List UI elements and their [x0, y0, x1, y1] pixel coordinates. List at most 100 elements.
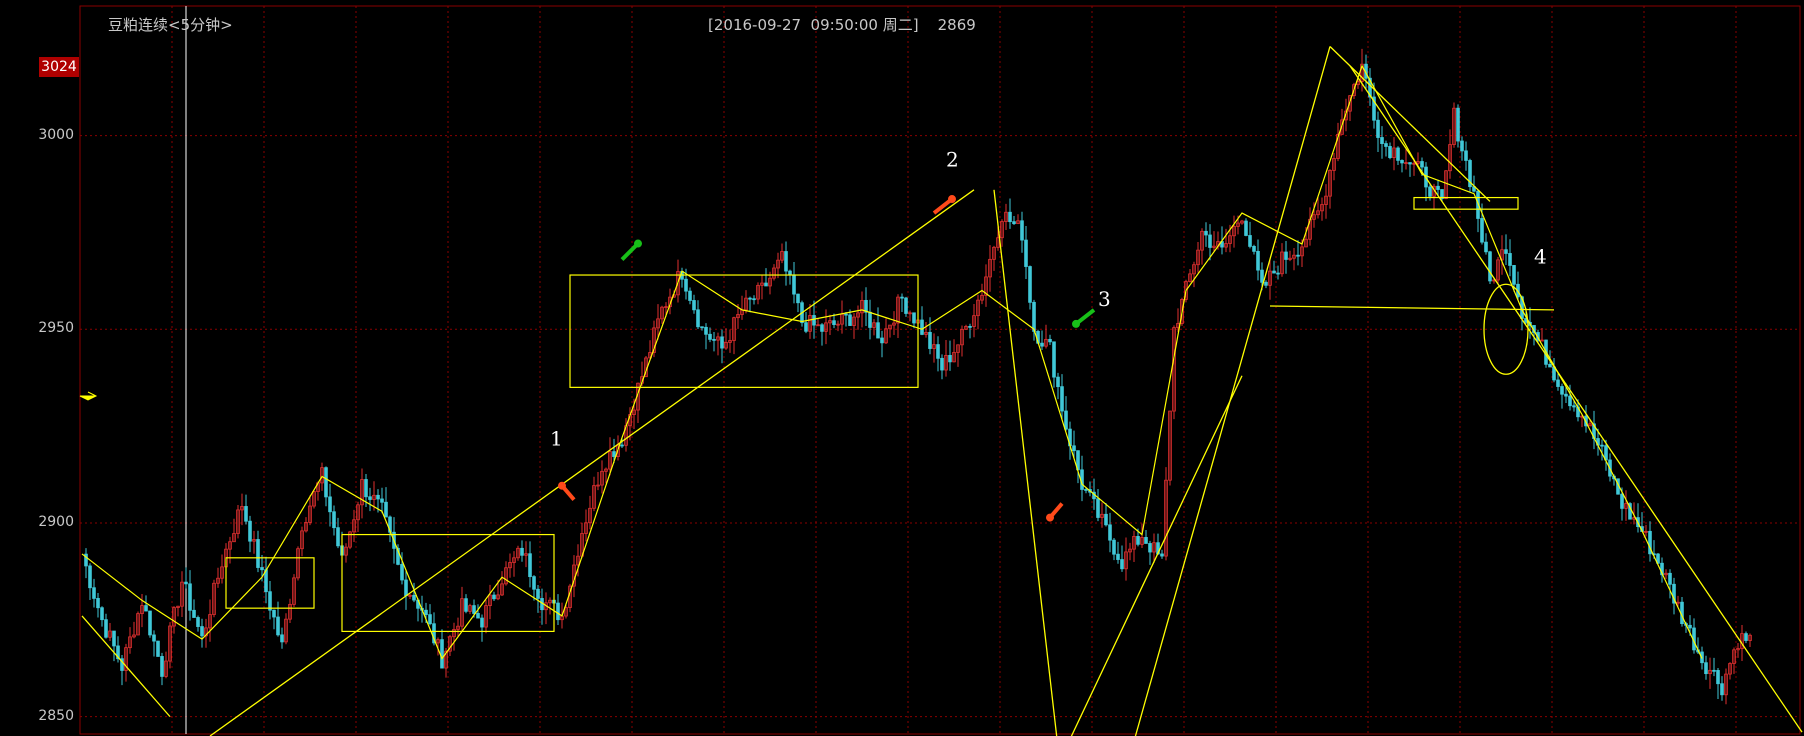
candle-body: [704, 326, 708, 335]
candle-body: [88, 565, 92, 589]
candle-body: [1712, 669, 1716, 672]
candle: [908, 310, 912, 322]
candle: [856, 305, 860, 330]
candle-body: [1116, 553, 1120, 560]
candle-body: [936, 344, 940, 359]
candle-body: [1008, 211, 1012, 223]
candle-body: [1244, 220, 1248, 236]
candle: [940, 354, 944, 380]
candle: [252, 530, 256, 554]
candle: [280, 627, 284, 649]
candle: [1276, 265, 1280, 280]
candle-body: [368, 496, 372, 500]
candle-body: [1032, 301, 1036, 332]
candle-body: [1012, 221, 1016, 225]
candle: [828, 314, 832, 336]
candle-body: [1296, 254, 1300, 257]
y-tick-label: 2950: [38, 320, 74, 337]
candle: [844, 311, 848, 327]
candle: [296, 546, 300, 581]
grid-layer: [79, 6, 1800, 734]
candle: [924, 322, 928, 338]
candle: [328, 483, 332, 527]
candle-body: [1600, 444, 1604, 447]
candle: [460, 586, 464, 632]
candle-body: [412, 594, 416, 601]
candle: [360, 468, 364, 519]
candle-body: [100, 607, 104, 621]
candle-body: [152, 634, 156, 642]
candle: [724, 328, 728, 350]
bar-info-readout: [2016-09-27 09:50:00 周二] 2869: [708, 16, 976, 34]
candle: [584, 509, 588, 542]
candle: [272, 609, 276, 630]
candle: [324, 466, 328, 507]
candle-body: [1488, 251, 1492, 282]
entry-arrow-red-head: [558, 481, 566, 490]
candle: [540, 588, 544, 625]
candle: [240, 493, 244, 526]
trend-line: [209, 189, 975, 736]
candle: [504, 561, 508, 586]
candle: [688, 287, 692, 305]
candle: [712, 332, 716, 352]
candle: [1172, 325, 1176, 420]
candle-body: [764, 282, 768, 287]
candle: [1552, 357, 1556, 383]
candle: [932, 333, 936, 363]
candle-body: [188, 583, 192, 611]
candle-body: [832, 320, 836, 325]
candle-body: [1284, 251, 1288, 260]
candle-body: [712, 338, 716, 341]
candle: [408, 593, 412, 599]
candle: [112, 630, 116, 662]
candle-body: [1160, 553, 1164, 557]
candle: [544, 592, 548, 625]
candle-body: [1120, 559, 1124, 570]
candle: [336, 517, 340, 549]
signal-arrow-red-2-head: [1046, 513, 1054, 522]
candle: [148, 610, 152, 638]
candle-body: [1028, 266, 1032, 303]
candle: [1116, 541, 1120, 564]
candle-body: [324, 467, 328, 498]
candle-body: [1556, 379, 1560, 387]
candle: [896, 294, 900, 338]
candle: [840, 300, 844, 334]
candle-body: [1272, 270, 1276, 274]
candle: [480, 614, 484, 642]
candle: [600, 460, 604, 494]
candle-body: [804, 322, 808, 332]
candle-body: [1112, 539, 1116, 555]
candle: [788, 269, 792, 285]
candle-body: [1572, 405, 1576, 408]
candle-body: [928, 331, 932, 349]
highlight-price-badge: 3024: [39, 57, 79, 77]
candle: [872, 319, 876, 336]
candle: [1064, 396, 1068, 431]
candle: [348, 530, 352, 550]
candle: [384, 487, 388, 518]
candle: [816, 318, 820, 327]
candle: [820, 323, 824, 346]
candle: [1252, 244, 1256, 255]
candle-body: [472, 605, 476, 614]
candle-body: [876, 322, 880, 339]
candle-body: [940, 357, 944, 371]
candle: [900, 293, 904, 313]
candle: [1256, 239, 1260, 281]
candle-body: [720, 336, 724, 349]
candle: [1560, 383, 1564, 409]
candle-body: [968, 325, 972, 328]
candle-body: [708, 333, 712, 340]
wave-label-3: 3: [1098, 287, 1111, 311]
candle-body: [1248, 235, 1252, 247]
candle: [1680, 597, 1684, 627]
candle: [1272, 260, 1276, 274]
candle-body: [160, 656, 164, 677]
candle: [1132, 530, 1136, 562]
candle: [1100, 502, 1104, 528]
candle: [1188, 269, 1192, 283]
candle: [1500, 235, 1504, 275]
candle: [88, 563, 92, 601]
